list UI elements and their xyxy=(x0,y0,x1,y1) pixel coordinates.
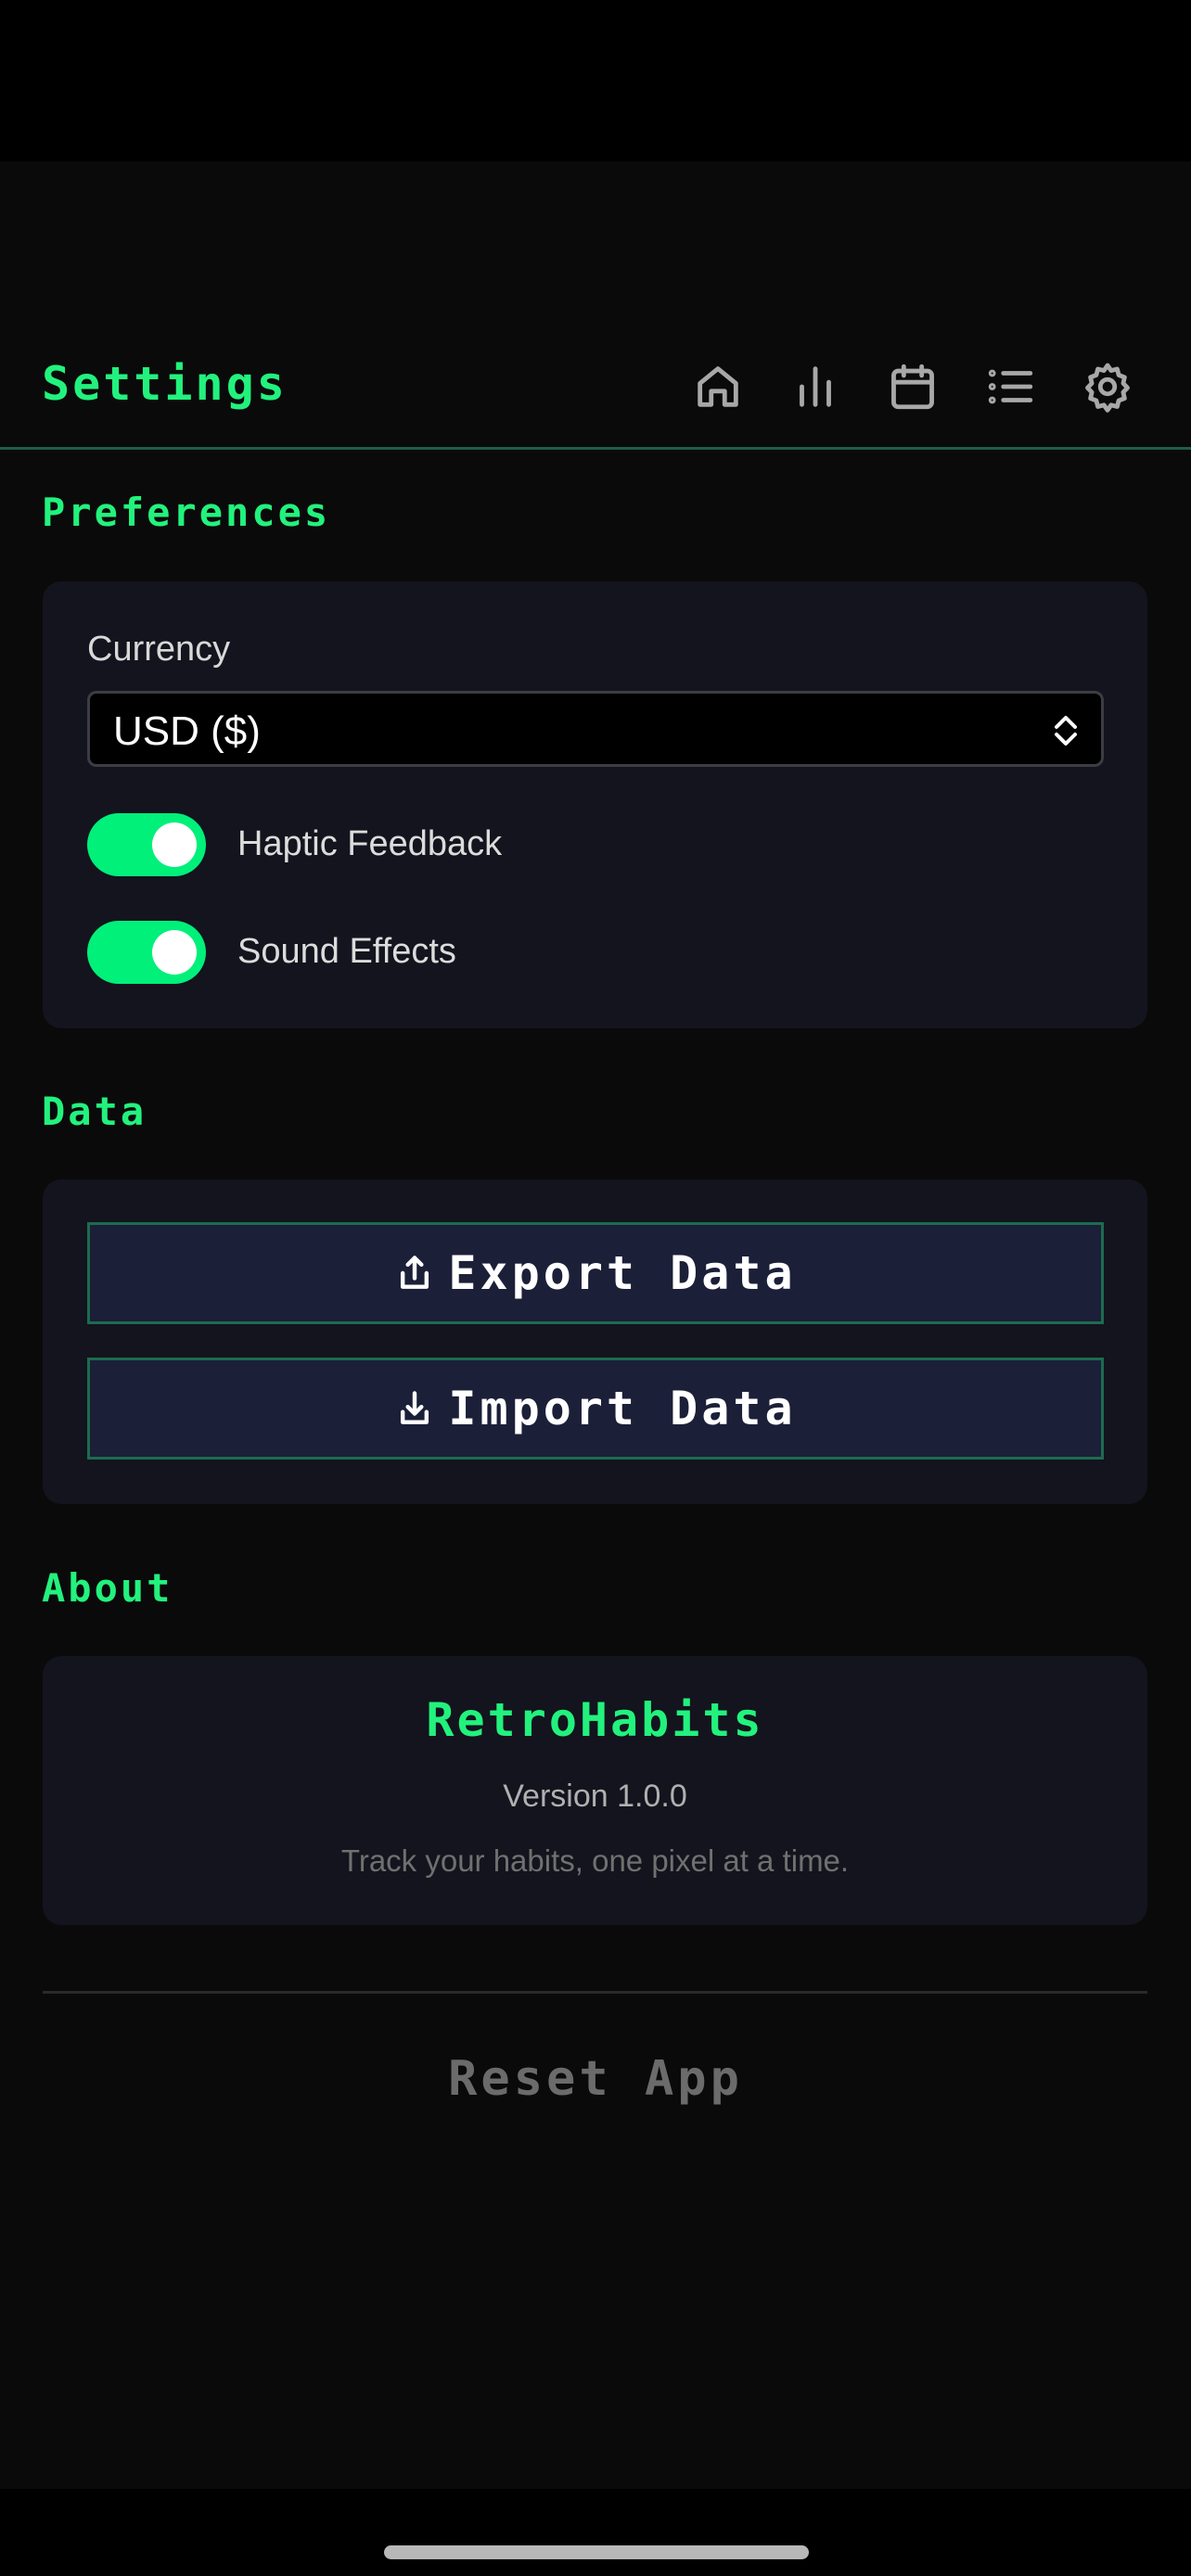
app-name: RetroHabits xyxy=(426,1693,764,1747)
header: Settings xyxy=(0,323,1191,450)
home-icon[interactable] xyxy=(687,356,749,417)
about-section-title: About xyxy=(42,1565,173,1611)
settings-screen: Settings Preferences Currency USD ($) Ha… xyxy=(0,0,1191,2576)
chevron-updown-icon xyxy=(1049,712,1082,749)
stats-icon[interactable] xyxy=(785,356,846,417)
preferences-card: Currency USD ($) Haptic Feedback Sound E… xyxy=(43,581,1147,1028)
currency-value: USD ($) xyxy=(113,708,261,754)
sound-effects-label: Sound Effects xyxy=(237,932,456,971)
haptic-feedback-toggle[interactable] xyxy=(87,813,206,876)
haptic-feedback-row: Haptic Feedback xyxy=(87,813,922,876)
preferences-section-title: Preferences xyxy=(42,490,331,535)
divider xyxy=(43,1991,1147,1994)
reset-app-button[interactable]: Reset App xyxy=(0,2051,1191,2107)
haptic-feedback-label: Haptic Feedback xyxy=(237,824,503,863)
data-card: Export Data Import Data xyxy=(43,1180,1147,1504)
export-data-button[interactable]: Export Data xyxy=(87,1222,1104,1324)
data-section-title: Data xyxy=(42,1089,147,1134)
app-tagline: Track your habits, one pixel at a time. xyxy=(340,1843,850,1878)
page-title: Settings xyxy=(42,357,288,411)
app-version: Version 1.0.0 xyxy=(503,1779,687,1814)
toggle-knob xyxy=(152,823,197,867)
about-card: RetroHabits Version 1.0.0 Track your hab… xyxy=(43,1656,1147,1925)
gear-icon[interactable] xyxy=(1077,356,1138,417)
status-bar xyxy=(0,0,1191,161)
currency-select[interactable]: USD ($) xyxy=(87,691,1104,767)
download-icon xyxy=(401,1391,429,1424)
toggle-knob xyxy=(152,930,197,975)
import-data-button[interactable]: Import Data xyxy=(87,1358,1104,1460)
upload-icon xyxy=(401,1256,429,1289)
bottom-safe-area xyxy=(0,2489,1191,2576)
calendar-icon[interactable] xyxy=(882,356,943,417)
sound-effects-row: Sound Effects xyxy=(87,921,922,984)
list-icon[interactable] xyxy=(980,356,1041,417)
home-indicator[interactable] xyxy=(384,2545,809,2559)
export-data-label: Export Data xyxy=(448,1246,797,1300)
sound-effects-toggle[interactable] xyxy=(87,921,206,984)
import-data-label: Import Data xyxy=(448,1382,797,1435)
currency-label: Currency xyxy=(87,630,231,669)
